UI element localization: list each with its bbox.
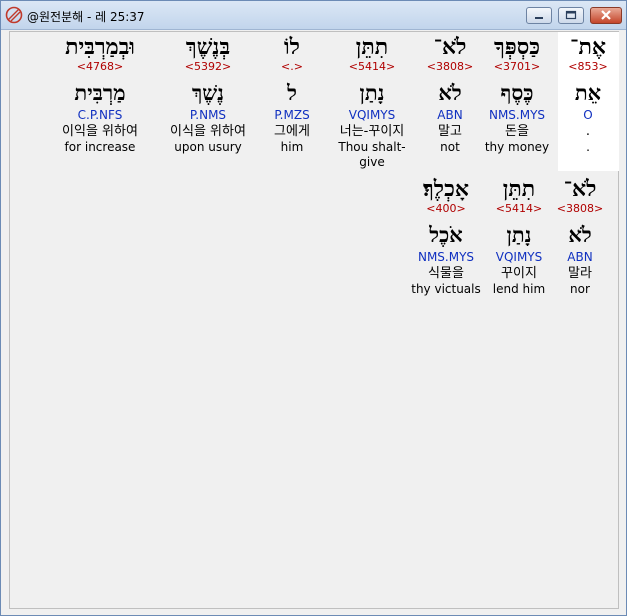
strong-number[interactable]: <4768>: [55, 60, 145, 74]
strong-number[interactable]: <400>: [401, 202, 491, 216]
strong-number[interactable]: <5414>: [327, 60, 417, 74]
hebrew-word: אָכְלֶךָ׃: [423, 176, 469, 202]
parse-code: VQIMYS: [348, 108, 396, 122]
word-cell[interactable]: לוֹ <.> ל P.MZS 그에게 him: [247, 34, 337, 155]
english-gloss: upon usury: [174, 140, 242, 154]
korean-gloss: 이식을 위하여: [170, 124, 246, 139]
korean-gloss: 식물을: [428, 266, 464, 281]
english-gloss: not: [440, 140, 460, 154]
strong-number[interactable]: <5392>: [163, 60, 253, 74]
korean-gloss: 그에게: [274, 124, 310, 139]
word-cell[interactable]: אָכְלֶךָ׃ <400> אֹכֶל NMS.MYS 식물을 thy vi…: [401, 176, 491, 297]
window-title: @원전분해 - 레 25:37: [27, 10, 145, 24]
parse-code: C.P.NFS: [77, 108, 123, 122]
app-window: @원전분해 - 레 25:37 אֶת־ <853> אֵת O . . כַּ…: [0, 0, 627, 616]
lemma: ל: [287, 80, 297, 105]
korean-gloss: 너는-꾸이지: [339, 124, 405, 139]
minimize-icon: [535, 17, 543, 19]
english-gloss: thy victuals: [411, 282, 481, 296]
english-gloss: for increase: [64, 140, 136, 154]
parse-code: ABN: [437, 108, 463, 122]
maximize-icon: [565, 10, 577, 20]
parse-code: P.NMS: [189, 108, 227, 122]
english-gloss: him: [280, 140, 304, 154]
lemma: מַרְבִּית: [74, 80, 126, 105]
word-cell[interactable]: וּבְמַרְבִּית <4768> מַרְבִּית C.P.NFS 이…: [55, 34, 145, 155]
parse-code: NMS.MYS: [417, 250, 475, 264]
lemma: אֹכֶל: [429, 222, 463, 247]
hebrew-word: וּבְמַרְבִּית: [65, 34, 135, 60]
strong-number[interactable]: <3808>: [405, 60, 495, 74]
title-bar[interactable]: @원전분해 - 레 25:37: [1, 1, 626, 30]
app-icon: [5, 6, 23, 24]
english-gloss: Thou shalt-give: [338, 140, 406, 169]
hebrew-word: לֹא־: [433, 34, 467, 60]
strong-number[interactable]: <.>: [247, 60, 337, 74]
hebrew-word: לוֹ: [284, 34, 300, 60]
close-button[interactable]: [590, 7, 622, 24]
close-icon: [601, 10, 611, 20]
minimize-button[interactable]: [526, 7, 552, 24]
korean-gloss: 이익을 위하여: [62, 124, 138, 139]
word-cell[interactable]: לֹא־ <3808> לֹא ABN 말고 not: [405, 34, 495, 155]
hebrew-word: תִתֵּן: [355, 34, 389, 60]
maximize-button[interactable]: [558, 7, 584, 24]
lemma: נֶשֶׁךְ: [191, 80, 224, 105]
lemma: לֹא: [438, 80, 462, 105]
parse-code: P.MZS: [274, 108, 310, 122]
lemma: נָתַן: [359, 80, 385, 105]
word-cell[interactable]: תִתֵּן <5414> נָתַן VQIMYS 너는-꾸이지 Thou s…: [327, 34, 417, 170]
korean-gloss: 말고: [438, 124, 462, 139]
hebrew-word: בְּנֶשֶׁךְ: [185, 34, 231, 60]
word-analysis-panel: אֶת־ <853> אֵת O . . כַּסְפְּךָ <3701> כ…: [9, 31, 619, 609]
word-cell[interactable]: בְּנֶשֶׁךְ <5392> נֶשֶׁךְ P.NMS 이식을 위하여 …: [163, 34, 253, 155]
